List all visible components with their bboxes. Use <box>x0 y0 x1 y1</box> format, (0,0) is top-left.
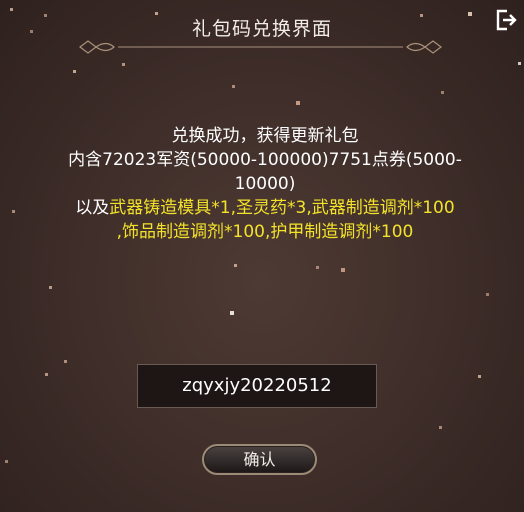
message-line-3: 10000) <box>234 174 296 194</box>
message-line-2: 内含72023军资(50000-100000)7751点券(5000- <box>68 150 462 170</box>
message-line-4-prefix: 以及 <box>75 198 110 218</box>
gift-code-input[interactable]: zqyxjy20220512 <box>137 364 377 408</box>
reward-items-highlight-2: ,饰品制造调剂*100,护甲制造调剂*100 <box>116 222 414 242</box>
exit-icon <box>496 9 517 31</box>
confirm-button[interactable]: 确认 <box>202 444 317 475</box>
exit-button[interactable] <box>494 8 518 32</box>
reward-message: 兑换成功，获得更新礼包 内含72023军资(50000-100000)7751点… <box>20 124 510 244</box>
reward-items-highlight-1: 武器铸造模具*1,圣灵药*3,武器制造调剂*100 <box>109 198 455 218</box>
title-divider <box>79 40 442 54</box>
message-line-4: 以及武器铸造模具*1,圣灵药*3,武器制造调剂*100 <box>20 196 510 220</box>
dialog-title: 礼包码兑换界面 <box>191 18 332 40</box>
message-line-1: 兑换成功，获得更新礼包 <box>171 126 359 146</box>
